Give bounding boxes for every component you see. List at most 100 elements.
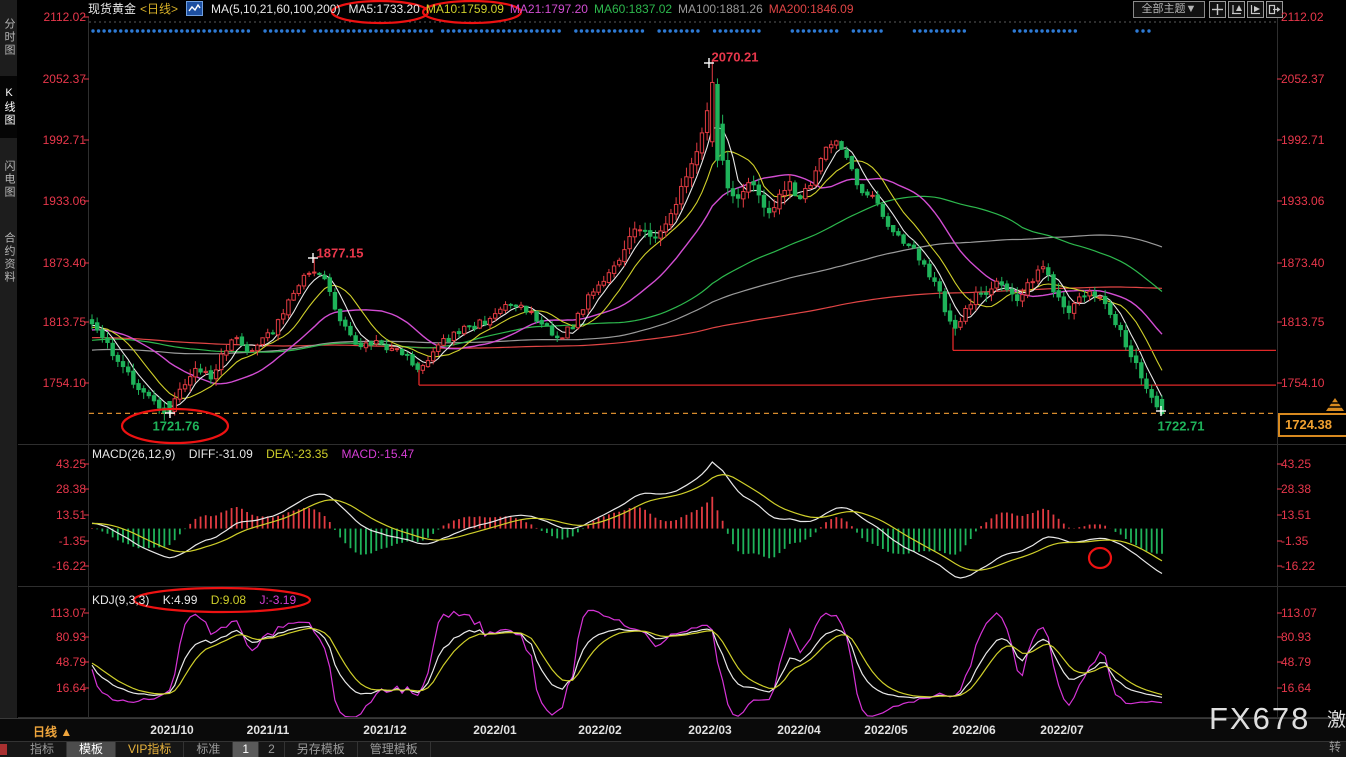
kdj-j-value: J:-3.19 <box>259 593 296 607</box>
macd-dea-value: DEA:-23.35 <box>266 447 328 461</box>
current-price-badge: 1724.38 <box>1278 413 1346 437</box>
trading-app-window: 分时图 K线图闪电图合约资料 现货黄金 <日线> MA(5,10,21,60,10… <box>0 0 1346 757</box>
kdj-axis-tick: 48.79 <box>1281 654 1341 670</box>
axis-up-icon[interactable] <box>1228 1 1245 18</box>
date-label: 2022/05 <box>846 723 926 737</box>
kdj-d-value: D:9.08 <box>211 593 246 607</box>
price-axis-tick: 2052.37 <box>1281 71 1341 87</box>
ma10-line <box>92 151 1162 398</box>
ma-value: MA60:1837.02 <box>594 2 672 16</box>
macd-axis-tick: -16.22 <box>30 558 86 574</box>
toolbar-item-标准[interactable]: 标准 <box>184 742 233 757</box>
k-line <box>92 627 1162 699</box>
date-label: 2022/06 <box>934 723 1014 737</box>
ma-value: MA10:1759.09 <box>426 2 504 16</box>
macd-axis-tick: -1.35 <box>1281 533 1341 549</box>
price-axis-tick: 2052.37 <box>30 71 86 87</box>
macd-axis-tick: 28.38 <box>30 481 86 497</box>
sidebar-item-分时图[interactable]: 分时图 <box>0 4 17 70</box>
price-axis-tick: 1754.10 <box>1281 375 1341 391</box>
price-axis-tick: 1813.75 <box>30 314 86 330</box>
macd-axis-tick: -1.35 <box>30 533 86 549</box>
macd-axis-tick: 13.51 <box>30 507 86 523</box>
chart-type-sidebar: 分时图 K线图闪电图合约资料 <box>0 0 18 718</box>
ma-value: MA100:1881.26 <box>678 2 763 16</box>
toolbar-item-管理模板[interactable]: 管理模板 <box>358 742 431 757</box>
toolbar-item-2[interactable]: 2 <box>259 742 285 757</box>
kline-chart-icon[interactable] <box>186 1 203 16</box>
symbol-name[interactable]: 现货黄金 <box>88 0 136 17</box>
price-axis-tick: 1992.71 <box>1281 132 1341 148</box>
ma-value: MA21:1797.20 <box>510 2 588 16</box>
ma-value: MA5:1733.20 <box>348 2 419 16</box>
corner-icon <box>0 744 7 755</box>
sidebar-item-K线图[interactable]: K线图 <box>0 76 17 138</box>
price-axis-tick: 1754.10 <box>30 375 86 391</box>
date-label: 2021/11 <box>228 723 308 737</box>
theme-dropdown-button[interactable]: 全部主题▼ <box>1133 1 1205 18</box>
price-arrow-marker <box>1326 398 1344 411</box>
sidebar-item-闪电图[interactable]: 闪电图 <box>0 148 17 210</box>
ma5-line <box>92 128 1162 407</box>
macd-value: MACD:-15.47 <box>341 447 414 461</box>
ma60-line <box>92 196 1162 352</box>
toolbar-item-1[interactable]: 1 <box>233 742 259 757</box>
date-label: 2021/10 <box>132 723 212 737</box>
j-line <box>92 610 1162 717</box>
date-label: 2022/02 <box>560 723 640 737</box>
kdj-panel <box>92 610 1162 717</box>
macd-axis-tick: 43.25 <box>30 456 86 472</box>
ma200-line <box>92 287 1162 348</box>
kdj-axis-tick: 113.07 <box>30 605 86 621</box>
period-tag[interactable]: <日线> <box>140 0 178 17</box>
toolbar-item-另存模板[interactable]: 另存模板 <box>285 742 358 757</box>
kdj-header: KDJ(9,3,3) K:4.99 D:9.08 J:-3.19 <box>92 592 306 608</box>
crosshair-icon[interactable] <box>1209 1 1226 18</box>
kdj-axis-tick: 80.93 <box>30 629 86 645</box>
price-axis-tick: 2112.02 <box>30 9 86 25</box>
price-annotation: 2070.21 <box>712 50 759 65</box>
kdj-title[interactable]: KDJ(9,3,3) <box>92 593 149 607</box>
macd-axis-tick: 43.25 <box>1281 456 1341 472</box>
kdj-axis-tick: 80.93 <box>1281 629 1341 645</box>
kdj-axis-tick: 16.64 <box>1281 680 1341 696</box>
price-axis-tick: 2112.02 <box>1281 9 1341 25</box>
period-selector[interactable]: 日线 ▲ <box>33 723 72 740</box>
kdj-axis-tick: 113.07 <box>1281 605 1341 621</box>
price-axis-tick: 1873.40 <box>30 255 86 271</box>
macd-diff-value: DIFF:-31.09 <box>189 447 253 461</box>
watermark: FX678 <box>1209 701 1310 737</box>
ma100-line <box>92 235 1162 354</box>
toolbar-item-模板[interactable]: 模板 <box>67 742 116 757</box>
price-annotation: 1722.71 <box>1158 419 1205 434</box>
kdj-k-value: K:4.99 <box>163 593 198 607</box>
toolbar-item-VIP指标[interactable]: VIP指标 <box>116 742 184 757</box>
price-axis-tick: 1873.40 <box>1281 255 1341 271</box>
ma-settings-label[interactable]: MA(5,10,21,60,100,200) <box>211 2 340 16</box>
axis-right-icon[interactable] <box>1247 1 1264 18</box>
event-dots <box>91 29 1150 32</box>
macd-panel <box>92 462 1162 578</box>
price-axis-tick: 1933.06 <box>30 193 86 209</box>
drawn-annotations <box>122 1 1111 612</box>
date-label: 2021/12 <box>345 723 425 737</box>
price-annotation: 1721.76 <box>153 419 200 434</box>
indicator-topbar: 现货黄金 <日线> MA(5,10,21,60,100,200) MA5:173… <box>88 0 860 17</box>
macd-title[interactable]: MACD(26,12,9) <box>92 447 175 461</box>
macd-header: MACD(26,12,9) DIFF:-31.09 DEA:-23.35 MAC… <box>92 446 424 462</box>
chart-canvas[interactable] <box>0 0 1346 757</box>
macd-axis-tick: 28.38 <box>1281 481 1341 497</box>
date-label: 2022/01 <box>455 723 535 737</box>
macd-axis-tick: 13.51 <box>1281 507 1341 523</box>
template-toolbar: 指标模板VIP指标标准12另存模板管理模板 <box>0 741 1346 757</box>
sidebar-item-合约资料[interactable]: 合约资料 <box>0 218 17 298</box>
date-axis-row: 日线 ▲ 2021/10 2021/11 2021/12 2022/01 2022/02… <box>0 718 1346 742</box>
price-annotation: 1877.15 <box>317 246 364 261</box>
toolbar-item-指标[interactable]: 指标 <box>18 742 67 757</box>
price-axis-tick: 1813.75 <box>1281 314 1341 330</box>
kdj-axis-tick: 48.79 <box>30 654 86 670</box>
edge-text-lower: 转 <box>1329 738 1341 755</box>
price-axis-tick: 1933.06 <box>1281 193 1341 209</box>
ma-value: MA200:1846.09 <box>769 2 854 16</box>
date-label: 2022/04 <box>759 723 839 737</box>
